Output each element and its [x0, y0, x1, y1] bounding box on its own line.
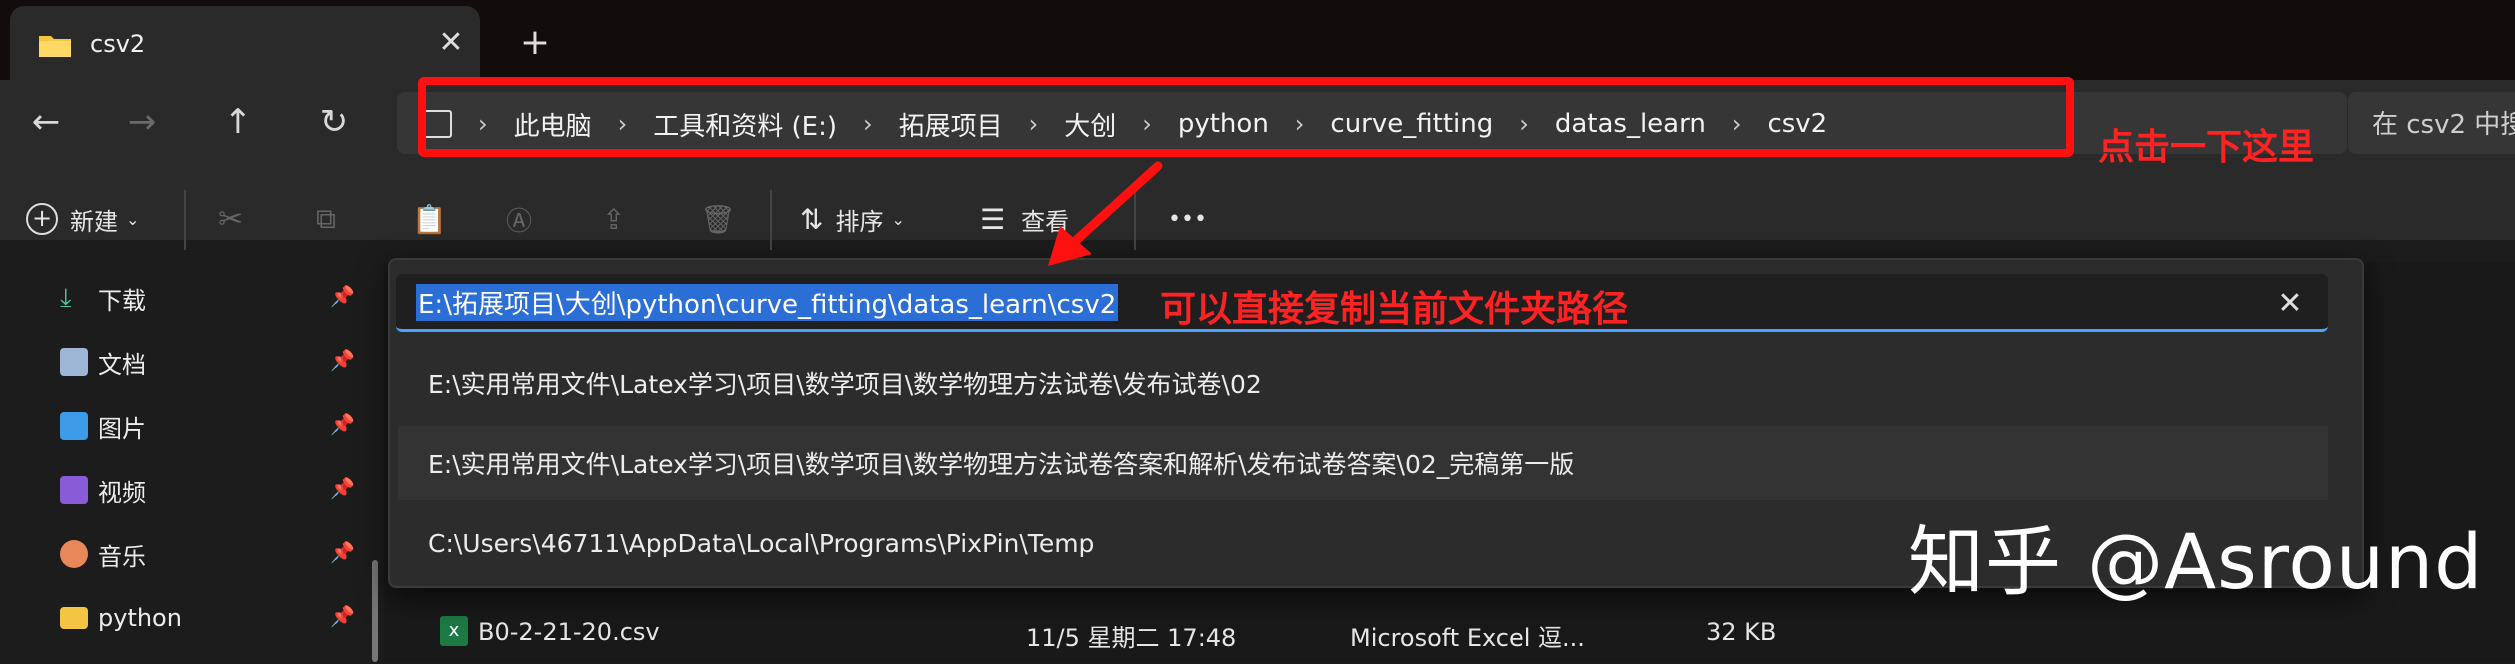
back-button[interactable]: ←: [16, 92, 76, 152]
paste-icon[interactable]: 📋: [412, 194, 447, 244]
path-suggestion[interactable]: E:\实用常用文件\Latex学习\项目\数学项目\数学物理方法试卷答案和解析\…: [398, 426, 2328, 500]
pin-icon: 📌: [330, 540, 355, 564]
download-icon: ⤓: [60, 282, 72, 313]
new-tab-button[interactable]: +: [510, 18, 560, 68]
cut-icon[interactable]: ✂: [218, 194, 243, 244]
pin-icon: 📌: [330, 604, 355, 628]
tab-close-icon[interactable]: ✕: [430, 22, 472, 64]
sort-button[interactable]: ⇅ 排序 ⌄: [800, 194, 905, 244]
pin-icon: 📌: [330, 284, 355, 308]
sort-button-label: 排序: [835, 207, 884, 236]
sidebar-item-videos[interactable]: 视频: [60, 470, 146, 510]
new-button-label: 新建: [70, 207, 118, 236]
watermark: 知乎 @Asround: [1908, 517, 2484, 606]
sidebar: [0, 262, 380, 662]
pin-icon: 📌: [330, 476, 355, 500]
video-icon: [60, 476, 88, 504]
annotation-copy-path: 可以直接复制当前文件夹路径: [1160, 289, 1629, 330]
clear-icon[interactable]: ✕: [2270, 284, 2310, 324]
pin-icon: 📌: [330, 348, 355, 372]
file-modified: 11/5 星期二 17:48: [1026, 624, 1237, 652]
share-icon[interactable]: ⇪: [602, 194, 625, 244]
tab-csv2[interactable]: csv2 ✕: [10, 6, 480, 80]
file-name[interactable]: B0-2-21-20.csv: [478, 618, 660, 664]
copy-icon[interactable]: ⧉: [316, 194, 336, 244]
sidebar-item-label: 音乐: [98, 542, 146, 571]
document-icon: [60, 348, 88, 376]
file-size: 32 KB: [1706, 618, 1777, 646]
sidebar-item-downloads[interactable]: ⤓ 下载: [60, 278, 146, 318]
annotation-highlight-box: [418, 77, 2074, 157]
sidebar-item-documents[interactable]: 文档: [60, 342, 146, 382]
pin-icon: 📌: [330, 412, 355, 436]
up-button[interactable]: ↑: [208, 92, 268, 152]
sidebar-item-music[interactable]: 音乐: [60, 534, 146, 574]
pictures-icon: [60, 412, 88, 440]
music-icon: [60, 540, 88, 568]
sidebar-item-label: 视频: [98, 478, 146, 507]
search-placeholder: 在 csv2 中搜: [2372, 110, 2515, 140]
sidebar-scrollbar[interactable]: [372, 560, 378, 662]
sidebar-item-label: 文档: [98, 350, 146, 379]
toolbar-divider: [770, 190, 772, 250]
sidebar-item-label: python: [98, 604, 182, 632]
annotation-arrow-icon: [1048, 161, 1163, 266]
path-input-value[interactable]: E:\拓展项目\大创\python\curve_fitting\datas_le…: [416, 284, 1119, 321]
refresh-button[interactable]: ↻: [304, 92, 364, 152]
new-button[interactable]: + 新建 ⌄: [26, 194, 139, 244]
view-list-icon: ☰: [980, 202, 1006, 236]
plus-circle-icon: +: [26, 203, 58, 235]
forward-button[interactable]: →: [112, 92, 172, 152]
folder-icon: [60, 607, 88, 629]
sidebar-item-label: 下载: [98, 286, 146, 315]
file-type: Microsoft Excel 逗...: [1350, 624, 1585, 652]
excel-file-icon: x: [440, 616, 468, 646]
annotation-click-here: 点击一下这里: [2098, 127, 2315, 168]
toolbar-divider: [184, 190, 186, 250]
sidebar-item-pictures[interactable]: 图片: [60, 406, 146, 446]
chevron-down-icon: ⌄: [891, 209, 905, 229]
sidebar-item-label: 图片: [98, 414, 146, 443]
path-suggestion[interactable]: E:\实用常用文件\Latex学习\项目\数学项目\数学物理方法试卷\发布试卷\…: [398, 346, 2328, 420]
tab-title: csv2: [90, 30, 146, 58]
sidebar-item-python[interactable]: python: [60, 598, 182, 638]
rename-icon[interactable]: Ⓐ: [506, 194, 532, 244]
delete-icon[interactable]: 🗑: [700, 194, 736, 244]
chevron-down-icon: ⌄: [126, 209, 140, 229]
folder-icon: [39, 36, 71, 57]
sort-icon: ⇅: [800, 202, 824, 236]
